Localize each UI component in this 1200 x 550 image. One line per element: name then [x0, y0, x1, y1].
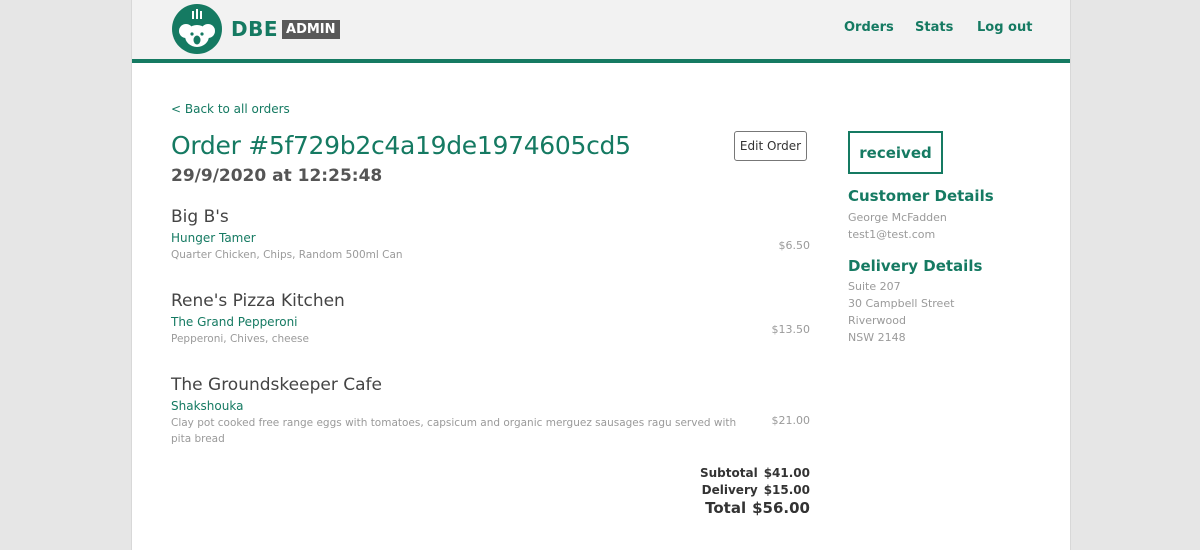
- delivery-details-heading: Delivery Details: [848, 257, 983, 275]
- delivery-address-line: NSW 2148: [848, 331, 906, 344]
- restaurant-section: The Groundskeeper Cafe Shakshouka Clay p…: [171, 375, 811, 447]
- order-totals: Subtotal $41.00 Delivery $15.00 Total $56.0…: [652, 465, 810, 518]
- delivery-address-line: 30 Campbell Street: [848, 297, 955, 310]
- order-title: Order #5f729b2c4a19de1974605cd5: [171, 131, 631, 160]
- menu-item-name: The Grand Pepperoni: [171, 315, 298, 329]
- brand-title: DBE ADMIN: [231, 17, 340, 41]
- menu-item-name: Hunger Tamer: [171, 231, 256, 245]
- delivery-fee-row: Delivery $15.00: [652, 482, 810, 499]
- koala-logo-icon[interactable]: [172, 4, 222, 54]
- menu-item-name: Shakshouka: [171, 399, 244, 413]
- menu-item-description: Quarter Chicken, Chips, Random 500ml Can: [171, 249, 403, 261]
- restaurant-name: Big B's: [171, 207, 229, 227]
- delivery-address-line: Suite 207: [848, 280, 901, 293]
- customer-email: test1@test.com: [848, 228, 936, 241]
- total-row: Total $56.00: [652, 499, 810, 518]
- delivery-fee-label: Delivery: [701, 483, 758, 497]
- customer-name: George McFadden: [848, 211, 947, 224]
- back-to-orders-link[interactable]: < Back to all orders: [171, 102, 290, 116]
- subtotal-row: Subtotal $41.00: [652, 465, 810, 482]
- subtotal-value: $41.00: [763, 466, 810, 480]
- subtotal-label: Subtotal: [699, 466, 758, 480]
- restaurant-section: Rene's Pizza Kitchen The Grand Pepperoni…: [171, 291, 811, 347]
- page-container: DBE ADMIN Orders Stats Log out < Back to…: [131, 0, 1071, 550]
- nav-logout-link[interactable]: Log out: [977, 20, 1032, 35]
- menu-item-price: $21.00: [771, 414, 811, 427]
- customer-details-heading: Customer Details: [848, 187, 994, 205]
- menu-item-description: Pepperoni, Chives, cheese: [171, 333, 309, 345]
- menu-item-description: Clay pot cooked free range eggs with tom…: [171, 417, 737, 445]
- delivery-address-line: Riverwood: [848, 314, 906, 327]
- app-header: DBE ADMIN Orders Stats Log out: [132, 0, 1070, 63]
- menu-item-price: $13.50: [771, 323, 811, 336]
- order-status-badge: received: [848, 131, 943, 174]
- total-label: Total: [705, 499, 747, 517]
- edit-order-button[interactable]: Edit Order: [734, 131, 807, 161]
- menu-item-price: $6.50: [778, 239, 811, 252]
- restaurant-section: Big B's Hunger Tamer Quarter Chicken, Ch…: [171, 207, 811, 263]
- total-value: $56.00: [752, 499, 810, 517]
- brand-name: DBE: [231, 17, 279, 41]
- delivery-fee-value: $15.00: [763, 483, 810, 497]
- nav-stats-link[interactable]: Stats: [915, 20, 953, 35]
- restaurant-name: Rene's Pizza Kitchen: [171, 291, 345, 311]
- nav-orders-link[interactable]: Orders: [844, 20, 894, 35]
- admin-badge: ADMIN: [282, 19, 340, 39]
- order-datetime: 29/9/2020 at 12:25:48: [171, 166, 383, 186]
- restaurant-name: The Groundskeeper Cafe: [171, 375, 382, 395]
